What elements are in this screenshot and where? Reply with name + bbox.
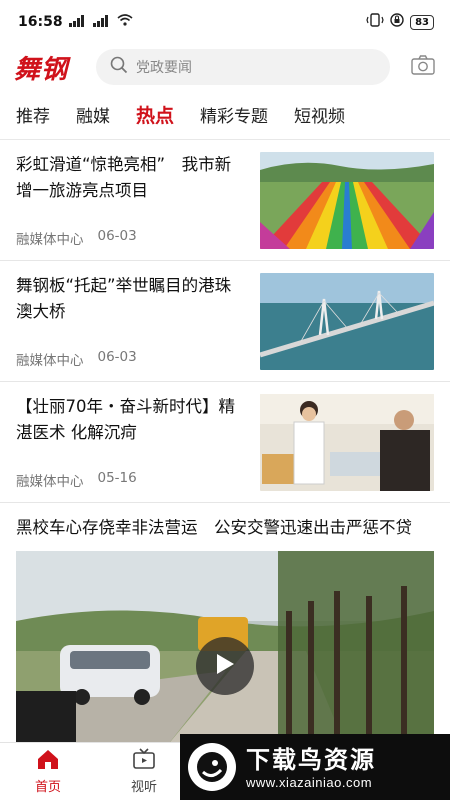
news-source: 融媒体中心 <box>16 232 84 248</box>
search-icon <box>110 56 128 78</box>
lock-rotate-icon <box>390 13 404 31</box>
play-icon <box>214 652 236 680</box>
nav-audio-video-label: 视听 <box>130 780 157 795</box>
tab-recommend[interactable]: 推荐 <box>16 102 50 127</box>
news-source: 融媒体中心 <box>16 474 84 490</box>
tv-icon <box>132 748 156 774</box>
status-bar: 16:58 83 <box>0 0 450 44</box>
nav-home-label: 首页 <box>34 780 61 795</box>
news-thumbnail-rainbow-slide <box>260 152 434 249</box>
status-time: 16:58 <box>18 14 63 30</box>
category-tabs: 推荐 融媒 热点 精彩专题 短视频 <box>0 90 450 140</box>
video-thumbnail[interactable] <box>16 551 434 747</box>
video-news-item[interactable]: 黑校车心存侥幸非法营运 公安交警迅速出击严惩不贷 <box>0 503 450 747</box>
news-date: 06-03 <box>97 228 137 244</box>
search-placeholder: 党政要闻 <box>136 60 192 76</box>
vibrate-icon <box>366 13 384 31</box>
app-header: 舞钢 党政要闻 <box>0 44 450 90</box>
news-item[interactable]: 彩虹滑道“惊艳亮相” 我市新增一旅游亮点项目 融媒体中心 06-03 <box>0 140 450 261</box>
watermark-title: 下载鸟资源 <box>246 745 376 774</box>
tab-media[interactable]: 融媒 <box>76 102 110 127</box>
news-title: 【壮丽70年・奋斗新时代】精湛医术 化解沉疴 <box>16 397 235 442</box>
tab-special-topics[interactable]: 精彩专题 <box>200 102 268 127</box>
news-date: 06-03 <box>97 349 137 365</box>
signal-1-icon <box>68 14 87 30</box>
news-thumbnail-bridge <box>260 273 434 370</box>
search-bar[interactable]: 党政要闻 <box>96 49 390 85</box>
watermark-banner: 下载鸟资源 www.xiazainiao.com <box>180 734 450 800</box>
news-title: 彩虹滑道“惊艳亮相” 我市新增一旅游亮点项目 <box>16 155 232 200</box>
camera-icon <box>411 55 435 79</box>
video-title: 黑校车心存侥幸非法营运 公安交警迅速出击严惩不贷 <box>16 518 412 537</box>
watermark-logo-icon <box>188 743 236 791</box>
news-date: 05-16 <box>97 470 137 486</box>
camera-button[interactable] <box>410 55 436 79</box>
news-title: 舞钢板“托起”举世瞩目的港珠澳大桥 <box>16 276 232 321</box>
home-icon <box>36 748 60 774</box>
news-thumbnail-doctor <box>260 394 434 491</box>
news-item[interactable]: 【壮丽70年・奋斗新时代】精湛医术 化解沉疴 融媒体中心 05-16 <box>0 382 450 503</box>
news-source: 融媒体中心 <box>16 353 84 369</box>
play-button[interactable] <box>196 637 254 695</box>
tab-short-video[interactable]: 短视频 <box>294 102 345 127</box>
battery-indicator: 83 <box>410 14 434 30</box>
signal-2-icon <box>92 14 111 30</box>
watermark-url: www.xiazainiao.com <box>246 774 373 790</box>
news-item[interactable]: 舞钢板“托起”举世瞩目的港珠澳大桥 融媒体中心 06-03 <box>0 261 450 382</box>
tab-hot[interactable]: 热点 <box>136 101 174 128</box>
app-logo: 舞钢 <box>14 54 69 85</box>
nav-audio-video[interactable]: 视听 <box>96 748 192 795</box>
nav-home[interactable]: 首页 <box>0 748 96 795</box>
wifi-icon <box>117 14 133 30</box>
